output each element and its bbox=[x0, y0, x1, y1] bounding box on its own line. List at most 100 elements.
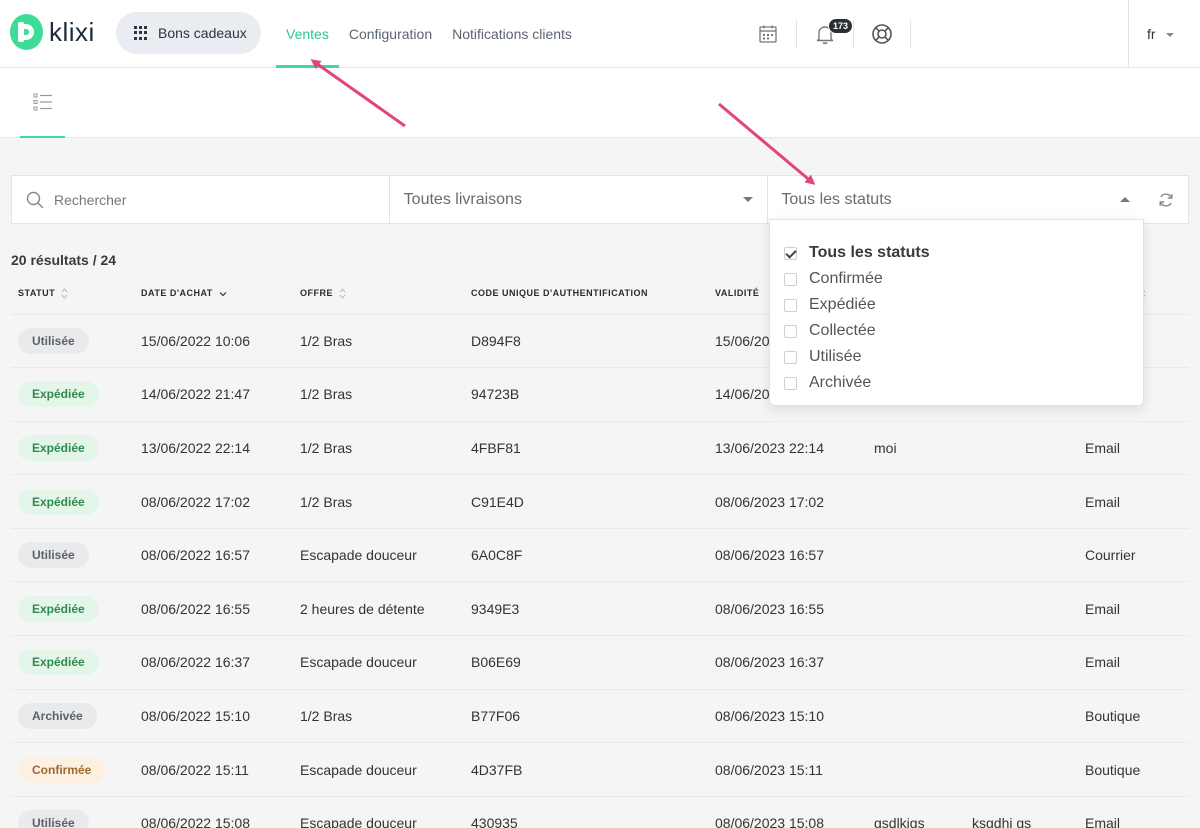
checkbox-icon[interactable] bbox=[784, 324, 797, 338]
column-header-statut[interactable]: Statut bbox=[11, 273, 134, 315]
search-input[interactable] bbox=[54, 191, 354, 208]
column-header-offre[interactable]: Offre bbox=[293, 273, 464, 315]
status-option-label: Collectée bbox=[809, 322, 876, 339]
table-row[interactable]: Archivée 08/06/2022 15:10 1/2 Bras B77F06 08… bbox=[11, 689, 1189, 744]
status-option[interactable]: Archivée bbox=[770, 370, 1143, 396]
checkbox-icon[interactable] bbox=[784, 376, 797, 390]
cell-col7 bbox=[965, 474, 1078, 529]
date-cell: 08/06/2022 15:10 bbox=[134, 689, 293, 744]
search-box[interactable] bbox=[12, 176, 390, 223]
status-option-label: Archivée bbox=[809, 374, 872, 391]
cell-col7: ksgdhj gs bbox=[965, 796, 1078, 828]
results-count: 20 résultats / 24 bbox=[11, 252, 117, 268]
cell-col6 bbox=[867, 635, 965, 690]
status-badge: Expédiée bbox=[18, 595, 99, 622]
checkbox-icon[interactable] bbox=[784, 350, 797, 364]
status-cell: Archivée bbox=[11, 689, 134, 744]
table-row[interactable]: Expédiée 08/06/2022 16:55 2 heures de déte… bbox=[11, 581, 1189, 637]
cell-col6 bbox=[867, 528, 965, 583]
table-row[interactable]: Utilisée 08/06/2022 15:08 Escapade douceur… bbox=[11, 796, 1189, 828]
table-row[interactable]: Confirmée 08/06/2022 15:11 Escapade douceu… bbox=[11, 742, 1189, 797]
validity-cell: 08/06/2023 17:02 bbox=[708, 474, 867, 529]
code-cell: C91E4D bbox=[464, 474, 708, 529]
status-option-label: Expédiée bbox=[809, 296, 876, 313]
checkbox-icon[interactable] bbox=[784, 298, 797, 312]
help-button[interactable] bbox=[862, 14, 902, 54]
status-cell: Confirmée bbox=[11, 742, 134, 797]
cell-col6: gsdlkjgs bbox=[867, 796, 965, 828]
offer-cell: 1/2 Bras bbox=[293, 314, 464, 369]
delivery-filter-value: Toutes livraisons bbox=[403, 190, 522, 208]
status-option[interactable]: Confirmée bbox=[770, 266, 1143, 292]
klixi-logo[interactable]: klixi bbox=[10, 14, 95, 50]
status-badge: Archivée bbox=[18, 702, 97, 729]
status-cell: Expédiée bbox=[11, 474, 134, 529]
caret-up-icon bbox=[1120, 197, 1131, 202]
delivery-cell: Email bbox=[1078, 796, 1189, 828]
column-header-code[interactable]: Code unique d'authentification bbox=[464, 273, 708, 315]
date-cell: 15/06/2022 10:06 bbox=[134, 314, 293, 369]
offer-cell: Escapade douceur bbox=[293, 742, 464, 797]
status-option-label: Utilisée bbox=[809, 348, 862, 365]
delivery-filter-select[interactable]: Toutes livraisons bbox=[390, 176, 769, 223]
table-row[interactable]: Expédiée 13/06/2022 22:14 1/2 Bras 4FBF81 13… bbox=[11, 421, 1189, 476]
status-filter-value: Tous les statuts bbox=[781, 190, 892, 208]
status-badge: Expédiée bbox=[18, 381, 99, 408]
offer-cell: Escapade douceur bbox=[293, 635, 464, 690]
status-option[interactable]: Expédiée bbox=[770, 292, 1143, 318]
status-badge: Utilisée bbox=[18, 327, 89, 354]
header-actions: 173 bbox=[740, 0, 911, 68]
code-cell: 430935 bbox=[464, 796, 708, 828]
checkbox-checked-icon[interactable] bbox=[784, 246, 797, 260]
cell-col7 bbox=[965, 421, 1078, 476]
app-switcher-button[interactable]: Bons cadeaux bbox=[116, 12, 261, 54]
status-option[interactable]: Collectée bbox=[770, 318, 1143, 344]
language-selector[interactable]: fr bbox=[1128, 0, 1174, 68]
delivery-cell: Email bbox=[1078, 474, 1189, 529]
status-option[interactable]: Tous les statuts bbox=[770, 240, 1143, 266]
offer-cell: 1/2 Bras bbox=[293, 421, 464, 476]
klixi-logo-icon bbox=[10, 14, 43, 50]
validity-cell: 08/06/2023 15:10 bbox=[708, 689, 867, 744]
list-icon bbox=[33, 93, 52, 111]
status-cell: Expédiée bbox=[11, 635, 134, 690]
validity-cell: 08/06/2023 15:11 bbox=[708, 742, 867, 797]
cell-col7 bbox=[965, 635, 1078, 690]
nav-tab-configuration[interactable]: Configuration bbox=[339, 0, 442, 68]
date-cell: 08/06/2022 16:55 bbox=[134, 581, 293, 637]
status-cell: Utilisée bbox=[11, 528, 134, 583]
status-badge: Expédiée bbox=[18, 488, 99, 515]
refresh-icon bbox=[1159, 192, 1173, 207]
date-cell: 14/06/2022 21:47 bbox=[134, 367, 293, 422]
status-cell: Expédiée bbox=[11, 581, 134, 637]
status-filter-select[interactable]: Tous les statuts bbox=[768, 176, 1144, 223]
code-cell: 6A0C8F bbox=[464, 528, 708, 583]
checkbox-icon[interactable] bbox=[784, 272, 797, 286]
table-row[interactable]: Utilisée 08/06/2022 16:57 Escapade douceur… bbox=[11, 528, 1189, 583]
table-row[interactable]: Expédiée 08/06/2022 16:37 Escapade douceur… bbox=[11, 635, 1189, 690]
notifications-count-badge: 173 bbox=[828, 18, 854, 34]
status-badge: Utilisée bbox=[18, 542, 89, 569]
nav-tab-ventes[interactable]: Ventes bbox=[276, 0, 339, 68]
code-cell: B77F06 bbox=[464, 689, 708, 744]
date-cell: 08/06/2022 15:11 bbox=[134, 742, 293, 797]
status-cell: Utilisée bbox=[11, 314, 134, 369]
column-header-date-achat[interactable]: Date d'achat bbox=[134, 273, 293, 315]
cell-col7 bbox=[965, 742, 1078, 797]
header-separator bbox=[796, 20, 797, 48]
status-badge: Utilisée bbox=[18, 810, 89, 828]
notifications-button[interactable]: 173 bbox=[805, 14, 854, 54]
refresh-button[interactable] bbox=[1144, 176, 1188, 223]
apps-grid-icon bbox=[134, 26, 148, 40]
code-cell: 94723B bbox=[464, 367, 708, 422]
language-value: fr bbox=[1147, 26, 1156, 42]
nav-tab-notifications-clients[interactable]: Notifications clients bbox=[442, 0, 582, 68]
validity-cell: 08/06/2023 16:57 bbox=[708, 528, 867, 583]
table-row[interactable]: Expédiée 08/06/2022 17:02 1/2 Bras C91E4D 08… bbox=[11, 474, 1189, 529]
list-view-tab[interactable] bbox=[20, 68, 65, 138]
calendar-button[interactable] bbox=[748, 14, 788, 54]
code-cell: 9349E3 bbox=[464, 581, 708, 637]
status-cell: Expédiée bbox=[11, 421, 134, 476]
top-header: klixi Bons cadeaux Ventes Configuration … bbox=[0, 0, 1200, 68]
status-option[interactable]: Utilisée bbox=[770, 344, 1143, 370]
